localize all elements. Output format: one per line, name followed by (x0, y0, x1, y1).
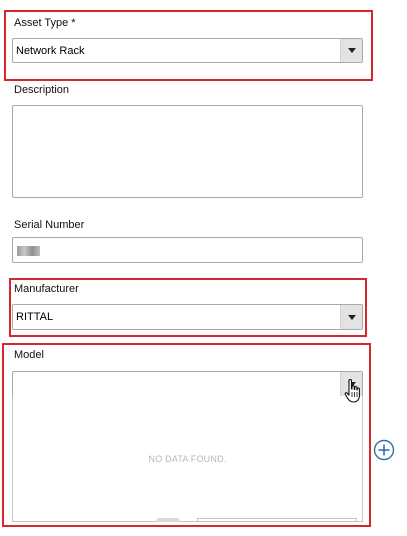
caret-down-icon (347, 314, 356, 320)
asset-type-value: Network Rack (16, 44, 85, 57)
dropdown-footer-left-segment (157, 518, 179, 522)
add-model-button[interactable] (373, 439, 395, 461)
asset-type-select[interactable]: Network Rack (12, 38, 363, 63)
caret-down-icon (347, 48, 356, 53)
dropdown-footer-right-segment (197, 518, 357, 522)
model-label: Model (14, 349, 44, 361)
manufacturer-select[interactable]: RITTAL (12, 304, 363, 330)
hand-pointer-icon (344, 379, 360, 403)
manufacturer-value: RITTAL (16, 311, 54, 323)
asset-type-dropdown-button[interactable] (340, 39, 362, 62)
asset-type-label: Asset Type * (14, 17, 76, 29)
description-label: Description (14, 84, 70, 96)
model-empty-message: NO DATA FOUND. (148, 454, 227, 464)
model-dropdown-list[interactable]: NO DATA FOUND. (12, 396, 363, 522)
serial-number-redacted (17, 246, 40, 256)
manufacturer-dropdown-button[interactable] (340, 305, 362, 329)
serial-number-input[interactable] (12, 237, 363, 263)
manufacturer-label: Manufacturer (14, 283, 79, 295)
description-textarea[interactable] (12, 105, 363, 198)
serial-number-label: Serial Number (14, 219, 85, 231)
model-select[interactable] (12, 371, 363, 397)
plus-circle-icon (373, 439, 395, 461)
